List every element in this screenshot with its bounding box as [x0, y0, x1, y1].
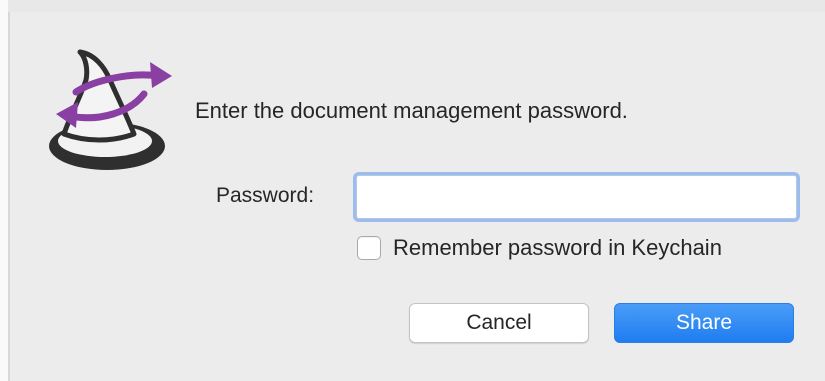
- window-title-strip: [8, 0, 825, 12]
- dialog-message: Enter the document management password.: [195, 98, 628, 123]
- password-label: Password:: [216, 184, 315, 207]
- remember-password-checkbox-row[interactable]: Remember password in Keychain: [357, 235, 722, 261]
- cancel-button[interactable]: Cancel: [409, 303, 589, 343]
- wizard-hat-sync-icon: [49, 49, 172, 170]
- screen: Enter the document management password. …: [0, 0, 825, 381]
- remember-password-label[interactable]: Remember password in Keychain: [393, 235, 722, 261]
- background-window-edge: [0, 0, 8, 381]
- password-input[interactable]: [356, 175, 797, 219]
- share-button[interactable]: Share: [614, 303, 794, 343]
- remember-password-checkbox[interactable]: [357, 236, 381, 260]
